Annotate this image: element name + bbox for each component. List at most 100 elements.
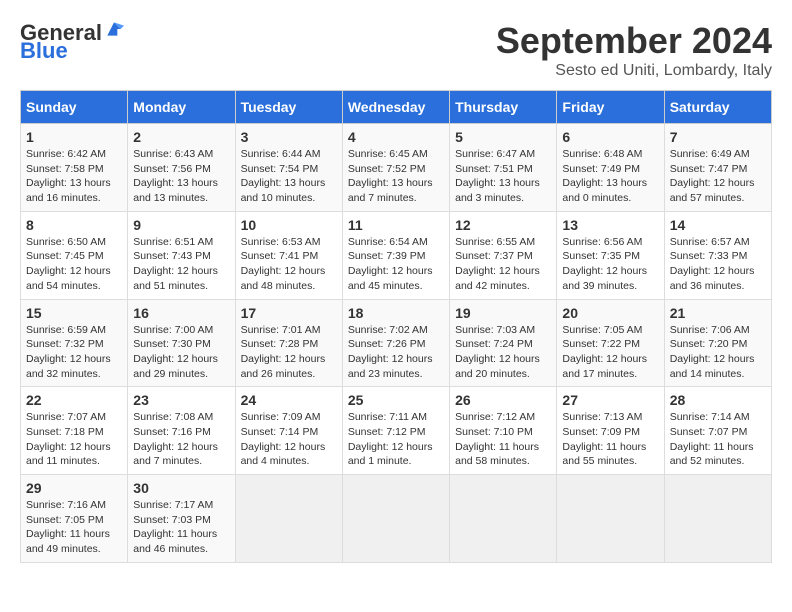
logo-icon — [104, 19, 124, 39]
day-number: 23 — [133, 392, 229, 408]
calendar-cell-day-10: 10 Sunrise: 6:53 AMSunset: 7:41 PMDaylig… — [235, 211, 342, 299]
calendar-cell-day-27: 27 Sunrise: 7:13 AMSunset: 7:09 PMDaylig… — [557, 387, 664, 475]
day-number: 29 — [26, 480, 122, 496]
day-number: 24 — [241, 392, 337, 408]
day-number: 9 — [133, 217, 229, 233]
calendar-cell-day-1: 1 Sunrise: 6:42 AMSunset: 7:58 PMDayligh… — [21, 124, 128, 212]
day-number: 1 — [26, 129, 122, 145]
day-info: Sunrise: 7:08 AMSunset: 7:16 PMDaylight:… — [133, 411, 218, 467]
calendar-table: Sunday Monday Tuesday Wednesday Thursday… — [20, 90, 772, 563]
calendar-cell-day-2: 2 Sunrise: 6:43 AMSunset: 7:56 PMDayligh… — [128, 124, 235, 212]
calendar-cell-day-30: 30 Sunrise: 7:17 AMSunset: 7:03 PMDaylig… — [128, 475, 235, 563]
day-number: 19 — [455, 305, 551, 321]
day-info: Sunrise: 7:01 AMSunset: 7:28 PMDaylight:… — [241, 324, 326, 380]
day-info: Sunrise: 6:53 AMSunset: 7:41 PMDaylight:… — [241, 236, 326, 292]
day-number: 6 — [562, 129, 658, 145]
location-subtitle: Sesto ed Uniti, Lombardy, Italy — [496, 62, 772, 80]
day-number: 10 — [241, 217, 337, 233]
calendar-cell-day-29: 29 Sunrise: 7:16 AMSunset: 7:05 PMDaylig… — [21, 475, 128, 563]
col-sunday: Sunday — [21, 91, 128, 124]
calendar-cell-day-22: 22 Sunrise: 7:07 AMSunset: 7:18 PMDaylig… — [21, 387, 128, 475]
day-info: Sunrise: 7:09 AMSunset: 7:14 PMDaylight:… — [241, 411, 326, 467]
col-wednesday: Wednesday — [342, 91, 449, 124]
day-info: Sunrise: 6:49 AMSunset: 7:47 PMDaylight:… — [670, 148, 755, 204]
day-number: 27 — [562, 392, 658, 408]
calendar-cell-day-25: 25 Sunrise: 7:11 AMSunset: 7:12 PMDaylig… — [342, 387, 449, 475]
day-number: 30 — [133, 480, 229, 496]
day-info: Sunrise: 7:02 AMSunset: 7:26 PMDaylight:… — [348, 324, 433, 380]
day-info: Sunrise: 6:57 AMSunset: 7:33 PMDaylight:… — [670, 236, 755, 292]
calendar-cell-day-17: 17 Sunrise: 7:01 AMSunset: 7:28 PMDaylig… — [235, 299, 342, 387]
month-title: September 2024 — [496, 20, 772, 62]
day-number: 15 — [26, 305, 122, 321]
calendar-cell-day-4: 4 Sunrise: 6:45 AMSunset: 7:52 PMDayligh… — [342, 124, 449, 212]
day-number: 18 — [348, 305, 444, 321]
day-number: 26 — [455, 392, 551, 408]
calendar-cell-day-3: 3 Sunrise: 6:44 AMSunset: 7:54 PMDayligh… — [235, 124, 342, 212]
empty-cell — [557, 475, 664, 563]
day-info: Sunrise: 6:59 AMSunset: 7:32 PMDaylight:… — [26, 324, 111, 380]
day-number: 8 — [26, 217, 122, 233]
calendar-cell-day-26: 26 Sunrise: 7:12 AMSunset: 7:10 PMDaylig… — [450, 387, 557, 475]
day-number: 11 — [348, 217, 444, 233]
day-number: 7 — [670, 129, 766, 145]
col-monday: Monday — [128, 91, 235, 124]
day-info: Sunrise: 6:45 AMSunset: 7:52 PMDaylight:… — [348, 148, 433, 204]
day-info: Sunrise: 6:55 AMSunset: 7:37 PMDaylight:… — [455, 236, 540, 292]
day-number: 3 — [241, 129, 337, 145]
title-section: September 2024 Sesto ed Uniti, Lombardy,… — [496, 20, 772, 80]
calendar-cell-day-21: 21 Sunrise: 7:06 AMSunset: 7:20 PMDaylig… — [664, 299, 771, 387]
day-number: 22 — [26, 392, 122, 408]
day-info: Sunrise: 7:11 AMSunset: 7:12 PMDaylight:… — [348, 411, 433, 467]
day-info: Sunrise: 6:50 AMSunset: 7:45 PMDaylight:… — [26, 236, 111, 292]
day-info: Sunrise: 7:12 AMSunset: 7:10 PMDaylight:… — [455, 411, 539, 467]
calendar-cell-day-14: 14 Sunrise: 6:57 AMSunset: 7:33 PMDaylig… — [664, 211, 771, 299]
day-info: Sunrise: 7:13 AMSunset: 7:09 PMDaylight:… — [562, 411, 646, 467]
empty-cell — [450, 475, 557, 563]
day-number: 12 — [455, 217, 551, 233]
calendar-header-row: Sunday Monday Tuesday Wednesday Thursday… — [21, 91, 772, 124]
day-number: 21 — [670, 305, 766, 321]
col-saturday: Saturday — [664, 91, 771, 124]
calendar-cell-day-11: 11 Sunrise: 6:54 AMSunset: 7:39 PMDaylig… — [342, 211, 449, 299]
day-info: Sunrise: 6:48 AMSunset: 7:49 PMDaylight:… — [562, 148, 647, 204]
day-number: 13 — [562, 217, 658, 233]
day-number: 14 — [670, 217, 766, 233]
calendar-cell-day-24: 24 Sunrise: 7:09 AMSunset: 7:14 PMDaylig… — [235, 387, 342, 475]
day-info: Sunrise: 6:47 AMSunset: 7:51 PMDaylight:… — [455, 148, 540, 204]
calendar-week-row: 1 Sunrise: 6:42 AMSunset: 7:58 PMDayligh… — [21, 124, 772, 212]
calendar-cell-day-23: 23 Sunrise: 7:08 AMSunset: 7:16 PMDaylig… — [128, 387, 235, 475]
calendar-cell-day-13: 13 Sunrise: 6:56 AMSunset: 7:35 PMDaylig… — [557, 211, 664, 299]
empty-cell — [235, 475, 342, 563]
calendar-week-row: 8 Sunrise: 6:50 AMSunset: 7:45 PMDayligh… — [21, 211, 772, 299]
col-friday: Friday — [557, 91, 664, 124]
day-number: 28 — [670, 392, 766, 408]
calendar-cell-day-9: 9 Sunrise: 6:51 AMSunset: 7:43 PMDayligh… — [128, 211, 235, 299]
day-info: Sunrise: 7:05 AMSunset: 7:22 PMDaylight:… — [562, 324, 647, 380]
day-info: Sunrise: 7:06 AMSunset: 7:20 PMDaylight:… — [670, 324, 755, 380]
col-tuesday: Tuesday — [235, 91, 342, 124]
logo: General Blue — [20, 20, 124, 64]
day-info: Sunrise: 6:51 AMSunset: 7:43 PMDaylight:… — [133, 236, 218, 292]
day-info: Sunrise: 7:07 AMSunset: 7:18 PMDaylight:… — [26, 411, 111, 467]
logo-blue: Blue — [20, 38, 68, 64]
calendar-cell-day-18: 18 Sunrise: 7:02 AMSunset: 7:26 PMDaylig… — [342, 299, 449, 387]
day-info: Sunrise: 7:00 AMSunset: 7:30 PMDaylight:… — [133, 324, 218, 380]
page-header: General Blue September 2024 Sesto ed Uni… — [20, 20, 772, 80]
day-number: 17 — [241, 305, 337, 321]
day-number: 4 — [348, 129, 444, 145]
day-info: Sunrise: 7:03 AMSunset: 7:24 PMDaylight:… — [455, 324, 540, 380]
day-number: 16 — [133, 305, 229, 321]
day-info: Sunrise: 7:17 AMSunset: 7:03 PMDaylight:… — [133, 499, 217, 555]
day-number: 20 — [562, 305, 658, 321]
calendar-cell-day-7: 7 Sunrise: 6:49 AMSunset: 7:47 PMDayligh… — [664, 124, 771, 212]
calendar-week-row: 15 Sunrise: 6:59 AMSunset: 7:32 PMDaylig… — [21, 299, 772, 387]
col-thursday: Thursday — [450, 91, 557, 124]
calendar-cell-day-5: 5 Sunrise: 6:47 AMSunset: 7:51 PMDayligh… — [450, 124, 557, 212]
calendar-cell-day-28: 28 Sunrise: 7:14 AMSunset: 7:07 PMDaylig… — [664, 387, 771, 475]
day-info: Sunrise: 7:16 AMSunset: 7:05 PMDaylight:… — [26, 499, 110, 555]
calendar-cell-day-12: 12 Sunrise: 6:55 AMSunset: 7:37 PMDaylig… — [450, 211, 557, 299]
calendar-cell-day-19: 19 Sunrise: 7:03 AMSunset: 7:24 PMDaylig… — [450, 299, 557, 387]
day-info: Sunrise: 7:14 AMSunset: 7:07 PMDaylight:… — [670, 411, 754, 467]
calendar-cell-day-8: 8 Sunrise: 6:50 AMSunset: 7:45 PMDayligh… — [21, 211, 128, 299]
